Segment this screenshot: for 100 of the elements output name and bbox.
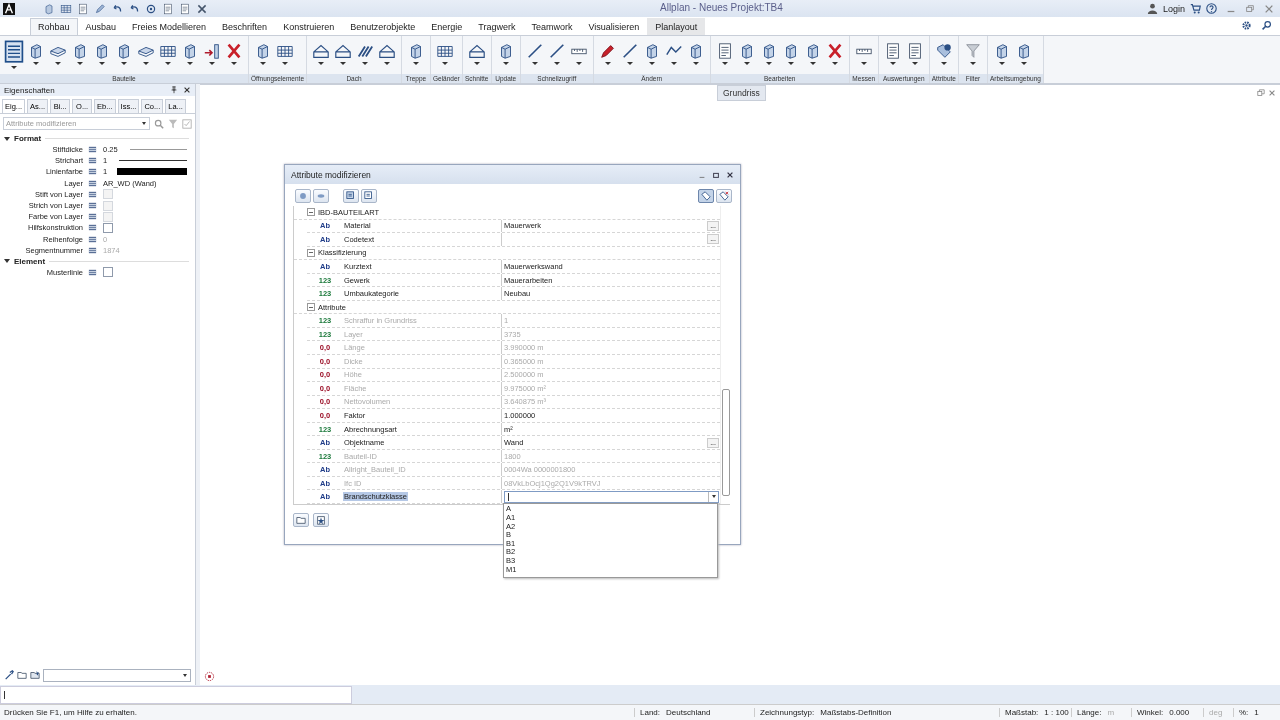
restore-icon[interactable] xyxy=(1257,89,1265,97)
document-icon[interactable] xyxy=(162,2,174,15)
combo-field[interactable] xyxy=(504,490,719,503)
caret-icon xyxy=(721,62,728,65)
checkbox[interactable] xyxy=(103,267,113,278)
ribbon-tab[interactable]: Energie xyxy=(423,18,471,35)
caret-icon xyxy=(626,62,633,65)
dropdown-button[interactable] xyxy=(708,491,718,502)
view-tab[interactable]: Grundriss xyxy=(717,85,766,101)
caret-icon xyxy=(99,62,105,65)
ribbon-tab[interactable]: Ausbau xyxy=(77,18,125,35)
gear-icon xyxy=(298,191,308,201)
caret-icon xyxy=(604,62,611,65)
caret-icon xyxy=(77,62,83,65)
caret-icon xyxy=(121,62,127,65)
app-logo-icon[interactable] xyxy=(3,2,15,15)
caret-icon xyxy=(165,62,171,65)
close-icon[interactable] xyxy=(183,86,191,94)
add-attribute-button[interactable] xyxy=(698,189,714,203)
user-icon[interactable] xyxy=(1146,3,1158,14)
caret-icon xyxy=(648,62,655,65)
star-document-icon xyxy=(316,515,326,525)
dialog-title: Attribute modifizieren xyxy=(291,169,372,180)
checkbox-icon[interactable] xyxy=(182,118,192,129)
oval-icon xyxy=(316,191,326,201)
document-icon[interactable] xyxy=(77,2,89,15)
line-icon xyxy=(525,42,544,60)
ribbon-tab[interactable]: Teamwork xyxy=(523,18,581,35)
expand-all-button[interactable] xyxy=(295,189,311,203)
caret-icon xyxy=(340,62,346,65)
collapse-all-button[interactable] xyxy=(313,189,329,203)
caret-icon xyxy=(860,62,867,65)
ribbon-tab[interactable]: Rohbau xyxy=(30,18,78,35)
pipette-icon[interactable] xyxy=(4,670,14,680)
status-label: %: xyxy=(1239,708,1249,717)
caret-icon xyxy=(831,62,838,65)
status-value: m xyxy=(1107,708,1115,717)
folder-icon xyxy=(296,515,306,525)
caret-icon xyxy=(911,62,918,65)
command-input[interactable] xyxy=(0,685,352,704)
open-button[interactable] xyxy=(293,513,309,527)
property-icon xyxy=(88,167,97,177)
property-icon xyxy=(88,267,97,277)
checkbox[interactable] xyxy=(103,222,113,233)
ribbon-tab[interactable]: Beschriften xyxy=(214,18,276,35)
sort-button[interactable] xyxy=(343,189,359,203)
favorite-button[interactable] xyxy=(313,513,329,527)
status-label: Länge: xyxy=(1077,708,1102,717)
caret-icon xyxy=(362,62,368,65)
search-icon[interactable] xyxy=(1261,20,1272,31)
caret-icon xyxy=(231,62,237,65)
pin-icon[interactable] xyxy=(170,86,178,94)
list-icon xyxy=(364,191,374,201)
collapse-toggle-icon[interactable] xyxy=(307,248,315,257)
close-icon[interactable] xyxy=(726,170,734,179)
caret-icon xyxy=(55,62,61,65)
folder-icon[interactable] xyxy=(30,670,40,680)
caret-icon xyxy=(743,62,750,65)
status-label: Maßstab: xyxy=(1005,708,1039,717)
ribbon-tab[interactable]: Konstruieren xyxy=(275,18,343,35)
filter-icon xyxy=(963,42,982,60)
caret-icon xyxy=(33,62,39,65)
caret-icon xyxy=(384,62,390,65)
caret-icon xyxy=(282,62,288,65)
block-icon[interactable] xyxy=(43,2,55,15)
document-icon[interactable] xyxy=(179,2,191,15)
maximize-icon[interactable] xyxy=(712,170,720,179)
collapse-toggle-icon[interactable] xyxy=(307,208,315,217)
caret-icon xyxy=(502,62,509,65)
tag-icon xyxy=(701,191,711,201)
cross-icon[interactable] xyxy=(196,2,208,15)
status-hint: Drücken Sie F1, um Hilfe zu erhalten. xyxy=(3,708,138,717)
expand-arrow-icon[interactable] xyxy=(4,136,10,141)
target-icon[interactable] xyxy=(204,671,215,682)
settings-icon[interactable] xyxy=(1241,20,1252,31)
caret-icon xyxy=(473,62,480,65)
scrollbar-thumb[interactable] xyxy=(722,389,730,496)
cart-icon[interactable] xyxy=(1190,3,1201,14)
pencil-icon xyxy=(598,42,617,60)
help-icon[interactable] xyxy=(1206,3,1217,14)
login-button[interactable]: Login xyxy=(1162,3,1185,14)
pencil-icon[interactable] xyxy=(94,2,106,15)
ribbon-tab[interactable]: Freies Modellieren xyxy=(124,18,215,35)
ribbon-tab[interactable]: Tragwerk xyxy=(470,18,524,35)
collapse-toggle-icon[interactable] xyxy=(307,303,315,312)
caret-icon xyxy=(809,62,816,65)
ribbon-tab[interactable]: Visualisieren xyxy=(580,18,648,35)
caret-icon xyxy=(143,62,149,65)
grid-icon[interactable] xyxy=(60,2,72,15)
ribbon-tab[interactable]: Planlayout xyxy=(647,18,706,35)
caret-icon xyxy=(209,62,215,65)
status-value: Maßstabs-Definition xyxy=(820,708,892,717)
caret-icon xyxy=(969,62,976,65)
folder-icon[interactable] xyxy=(17,670,27,680)
remove-attribute-button[interactable] xyxy=(716,189,732,203)
expand-arrow-icon[interactable] xyxy=(4,259,10,264)
sort-button[interactable] xyxy=(361,189,377,203)
ribbon-tab[interactable]: Benutzerobjekte xyxy=(342,18,424,35)
property-icon xyxy=(88,178,97,188)
arrow-icon xyxy=(203,42,221,60)
